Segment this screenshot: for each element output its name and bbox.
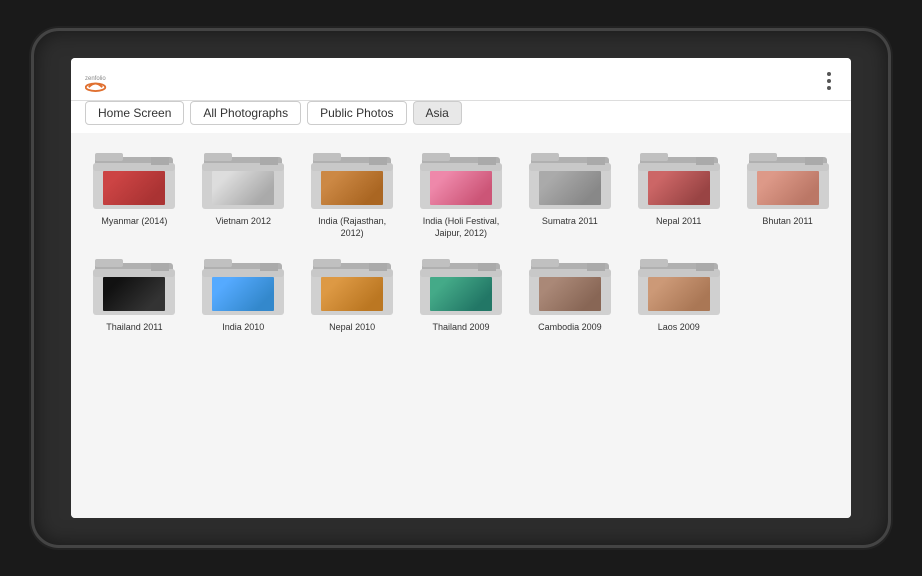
folder-icon <box>416 249 506 319</box>
folder-item[interactable]: Sumatra 2011 <box>520 143 619 239</box>
folder-icon <box>634 143 724 213</box>
folder-icon <box>307 249 397 319</box>
tab-home-screen[interactable]: Home Screen <box>85 101 184 125</box>
folder-label: India (Holi Festival, Jaipur, 2012) <box>417 216 505 239</box>
svg-text:zenfolio: zenfolio <box>85 76 106 82</box>
folder-label: Nepal 2011 <box>656 216 701 228</box>
folder-item[interactable]: Thailand 2009 <box>412 249 511 334</box>
folder-icon <box>634 249 724 319</box>
header-left: zenfolio <box>85 68 123 92</box>
folder-grid: Myanmar (2014) Vietnam 2012 India (Rajasth… <box>85 143 837 334</box>
folder-label: Thailand 2011 <box>106 322 162 334</box>
folder-item[interactable]: Laos 2009 <box>629 249 728 334</box>
folder-item[interactable]: India (Rajasthan, 2012) <box>303 143 402 239</box>
folder-item[interactable]: Thailand 2011 <box>85 249 184 334</box>
device-frame: zenfolio Home ScreenAll PhotographsPubli… <box>31 28 891 548</box>
folder-icon <box>416 143 506 213</box>
folder-item[interactable]: India 2010 <box>194 249 293 334</box>
zenfolio-logo: zenfolio <box>85 72 115 92</box>
screen: zenfolio Home ScreenAll PhotographsPubli… <box>71 58 851 518</box>
folder-label: Laos 2009 <box>658 322 700 334</box>
folder-label: India 2010 <box>222 322 264 334</box>
folder-label: Myanmar (2014) <box>101 216 167 228</box>
folder-label: Cambodia 2009 <box>538 322 602 334</box>
folder-item[interactable]: Nepal 2010 <box>303 249 402 334</box>
folder-icon <box>198 143 288 213</box>
folder-item[interactable]: Cambodia 2009 <box>520 249 619 334</box>
more-dot-2 <box>827 79 831 83</box>
header: zenfolio <box>71 58 851 101</box>
folder-label: Bhutan 2011 <box>762 216 812 228</box>
folder-label: Nepal 2010 <box>329 322 375 334</box>
folder-item[interactable]: Nepal 2011 <box>629 143 728 239</box>
folder-label: India (Rajasthan, 2012) <box>308 216 396 239</box>
folder-icon <box>307 143 397 213</box>
folder-item[interactable]: India (Holi Festival, Jaipur, 2012) <box>412 143 511 239</box>
tab-all-photographs[interactable]: All Photographs <box>190 101 301 125</box>
more-menu-button[interactable] <box>821 68 837 94</box>
folder-item[interactable]: Myanmar (2014) <box>85 143 184 239</box>
folder-icon <box>198 249 288 319</box>
folder-icon <box>89 249 179 319</box>
folder-item[interactable]: Vietnam 2012 <box>194 143 293 239</box>
folder-icon <box>89 143 179 213</box>
folder-label: Sumatra 2011 <box>542 216 598 228</box>
folder-icon <box>525 143 615 213</box>
folder-label: Thailand 2009 <box>432 322 489 334</box>
folder-item[interactable]: Bhutan 2011 <box>738 143 837 239</box>
tab-asia[interactable]: Asia <box>413 101 462 125</box>
folder-icon <box>525 249 615 319</box>
folder-icon <box>743 143 833 213</box>
tab-public-photos[interactable]: Public Photos <box>307 101 406 125</box>
tab-bar: Home ScreenAll PhotographsPublic Photos A… <box>71 101 851 133</box>
folder-label: Vietnam 2012 <box>216 216 271 228</box>
content-area: Myanmar (2014) Vietnam 2012 India (Rajasth… <box>71 133 851 518</box>
more-dot-1 <box>827 72 831 76</box>
more-dot-3 <box>827 86 831 90</box>
